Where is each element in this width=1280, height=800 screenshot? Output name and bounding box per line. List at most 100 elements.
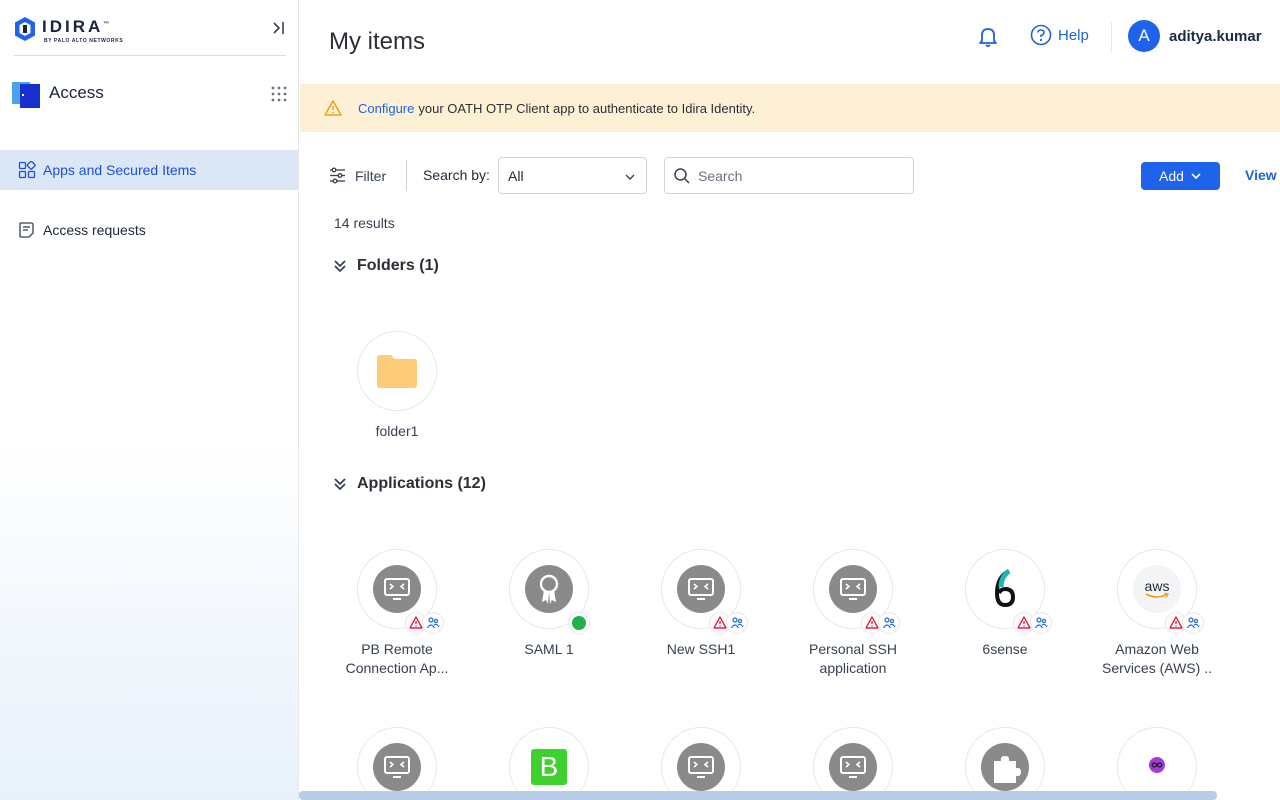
sidebar-item-label: Access requests [43, 222, 146, 238]
configure-link[interactable]: Configure [358, 101, 414, 116]
app-tile[interactable]: SAML 1 [484, 549, 614, 659]
app-tile[interactable] [1092, 727, 1222, 800]
search-by-label: Search by: [423, 167, 490, 183]
search-by-select[interactable]: All [498, 157, 647, 194]
app-icon-circle [965, 549, 1052, 634]
results-count: 14 results [334, 215, 395, 231]
app-icon-circle [813, 727, 893, 800]
tile-label: SAML 1 [524, 641, 574, 657]
access-app-icon [12, 82, 40, 108]
app-badges [405, 612, 444, 634]
sidebar: IDIRA™ BY PALO ALTO NETWORKS Access Apps… [0, 0, 299, 800]
chevron-down-icon [1191, 173, 1201, 180]
help-label: Help [1058, 26, 1089, 44]
help-link[interactable]: Help [1030, 24, 1089, 46]
tile-label: Personal SSH application [809, 641, 897, 676]
active-status-icon [568, 612, 590, 634]
page-title: My items [329, 28, 425, 55]
help-question-icon [1030, 24, 1052, 46]
b-logo-icon: B [531, 749, 567, 785]
app-launcher-grid-icon[interactable] [270, 85, 288, 103]
notifications-bell-icon[interactable] [976, 24, 1000, 48]
app-icon-circle [1117, 727, 1197, 800]
tile-label: New SSH1 [666, 641, 736, 657]
double-chevron-down-icon [334, 478, 346, 491]
remote-desktop-icon [373, 565, 421, 613]
infinity-logo-icon [1149, 757, 1165, 773]
tile-label: 6sense [982, 641, 1028, 657]
warning-triangle-icon [324, 100, 342, 116]
search-by-value: All [508, 167, 524, 184]
app-tile[interactable]: Personal SSH application [788, 549, 918, 678]
app-tile[interactable]: New SSH1 [636, 549, 766, 659]
collapse-sidebar-icon[interactable] [270, 20, 286, 36]
app-tile[interactable] [332, 727, 462, 800]
puzzle-piece-icon [981, 743, 1029, 791]
remote-desktop-icon [829, 565, 877, 613]
banner-message: your OATH OTP Client app to authenticate… [418, 100, 756, 116]
folder-icon [377, 355, 417, 388]
search-input[interactable] [698, 167, 898, 184]
applications-heading: Applications (12) [357, 475, 486, 492]
users-badge-icon [878, 612, 900, 634]
app-icon-circle [661, 549, 748, 634]
applications-section-header[interactable]: Applications (12) [333, 475, 486, 493]
app-icon-circle [357, 727, 437, 800]
main-content: My items Help A aditya.kumar Configure y… [299, 0, 1280, 800]
add-button[interactable]: Add [1141, 162, 1220, 190]
app-tile[interactable] [788, 727, 918, 800]
filter-sliders-icon [330, 167, 345, 184]
brand-subtitle: BY PALO ALTO NETWORKS [44, 38, 124, 44]
app-tile[interactable] [940, 727, 1070, 800]
certificate-icon [525, 565, 573, 613]
sixsense-logo-icon [994, 569, 1016, 608]
app-tile[interactable]: 6sense [940, 549, 1070, 659]
users-badge-icon [1182, 612, 1204, 634]
app-tile[interactable]: aws Amazon Web Services (AWS) .. [1092, 549, 1222, 678]
app-icon-circle: B [509, 727, 589, 800]
app-badges [1013, 612, 1052, 634]
app-switcher: Access [12, 78, 290, 110]
app-tile[interactable]: PB Remote Connection Ap... [332, 549, 462, 678]
filter-label: Filter [355, 167, 387, 184]
app-icon-circle [357, 549, 444, 634]
app-badges [709, 612, 748, 634]
remote-desktop-icon [829, 743, 877, 791]
user-menu[interactable]: A aditya.kumar [1128, 20, 1262, 52]
users-badge-icon [1030, 612, 1052, 634]
remote-desktop-icon [373, 743, 421, 791]
users-badge-icon [422, 612, 444, 634]
folder-icon-circle [357, 331, 437, 411]
tile-label: Amazon Web Services (AWS) .. [1102, 641, 1212, 676]
app-tile[interactable]: B [484, 727, 614, 800]
app-icon-circle [965, 727, 1045, 800]
search-icon [674, 167, 690, 184]
add-label: Add [1159, 168, 1184, 184]
app-badges [861, 612, 900, 634]
sidebar-item-label: Apps and Secured Items [43, 162, 197, 178]
filter-button[interactable]: Filter [329, 157, 386, 194]
folders-section-header[interactable]: Folders (1) [333, 257, 439, 275]
horizontal-scrollbar[interactable] [299, 791, 1217, 800]
items-toolbar: Filter Search by: All Add View [329, 157, 1280, 194]
sidebar-item-access-requests[interactable]: Access requests [0, 210, 298, 250]
app-icon-circle [813, 549, 900, 634]
folders-heading: Folders (1) [357, 257, 439, 274]
sidebar-item-apps-and-secured-items[interactable]: Apps and Secured Items [0, 150, 298, 190]
remote-desktop-icon [677, 743, 725, 791]
tile-label: folder1 [375, 423, 419, 439]
double-chevron-down-icon [334, 260, 346, 273]
chevron-down-icon [625, 174, 635, 180]
app-icon-circle: aws [1117, 549, 1204, 634]
view-toggle-button[interactable]: View [1245, 167, 1277, 183]
aws-logo-icon: aws [1133, 565, 1181, 613]
toolbar-divider [406, 160, 407, 191]
folder-tile[interactable]: folder1 [332, 331, 462, 441]
app-badges [1165, 612, 1204, 634]
search-box [664, 157, 914, 194]
app-tile[interactable] [636, 727, 766, 800]
access-request-icon [19, 222, 34, 238]
avatar: A [1128, 20, 1160, 52]
brand-header: IDIRA™ BY PALO ALTO NETWORKS [14, 14, 286, 56]
users-badge-icon [726, 612, 748, 634]
